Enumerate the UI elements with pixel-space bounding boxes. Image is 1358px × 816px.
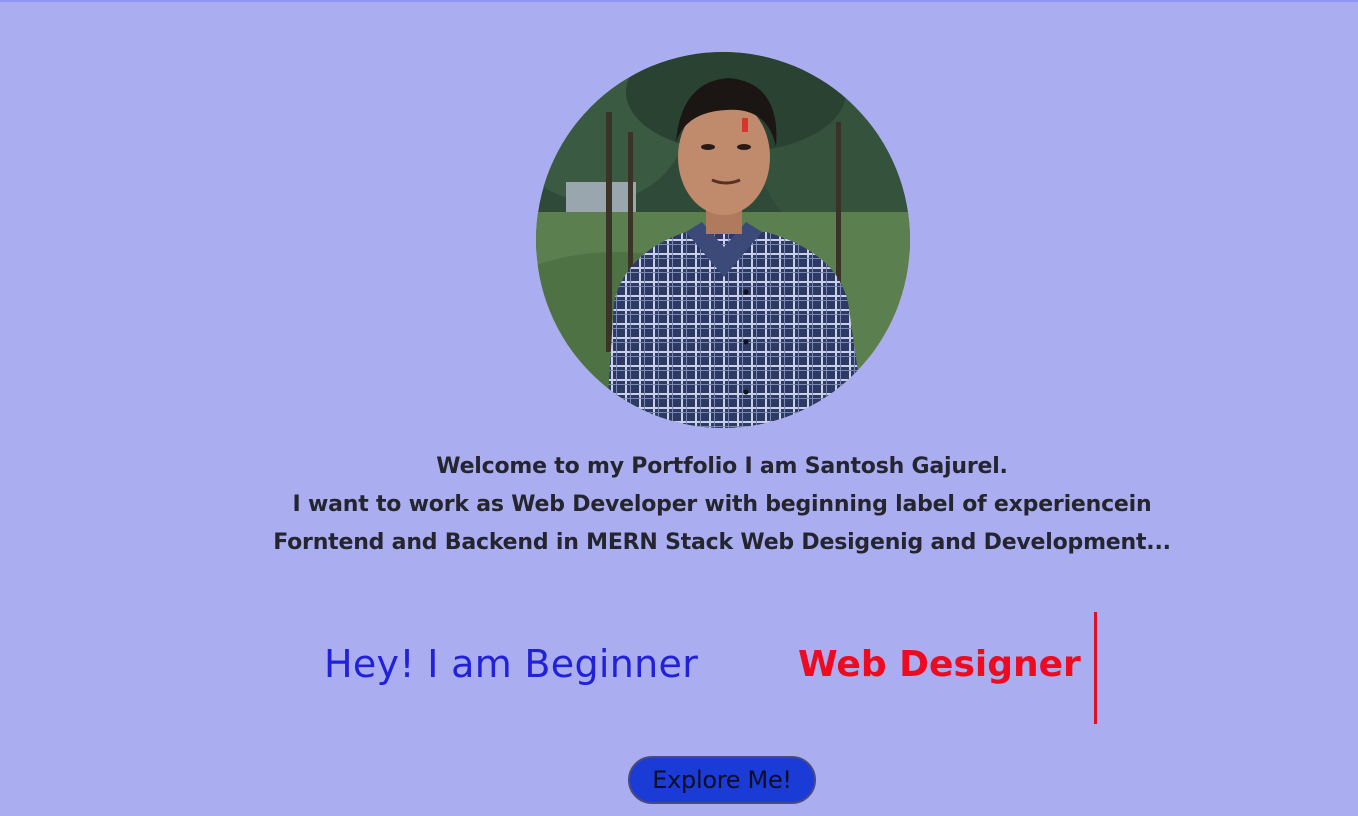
intro-line-1: Welcome to my Portfolio I am Santosh Gaj… [436, 454, 1008, 479]
intro-line-3: Forntend and Backend in MERN Stack Web D… [273, 530, 1171, 555]
typing-cursor [1094, 612, 1097, 724]
intro-line-2: I want to work as Web Developer with beg… [292, 492, 1152, 517]
intro-text: Welcome to my Portfolio I am Santosh Gaj… [200, 448, 1244, 562]
profile-photo [536, 52, 910, 428]
typed-role-text: Web Designer [798, 644, 1081, 685]
explore-me-button[interactable]: Explore Me! [628, 756, 816, 804]
profile-photo-image [536, 52, 910, 428]
greeting-heading: Hey! I am Beginner [324, 642, 699, 686]
